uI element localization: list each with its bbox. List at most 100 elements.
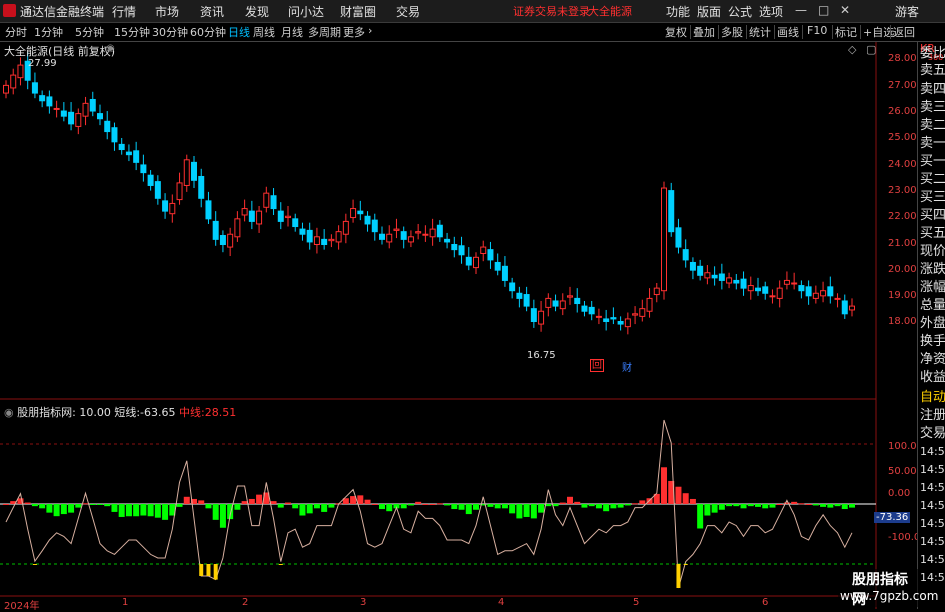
min-price-label: 16.75 — [527, 350, 556, 361]
period-monthly[interactable]: 月线 — [281, 24, 303, 40]
mid-bar — [624, 504, 631, 506]
candle-body — [46, 96, 53, 107]
tool-overlay[interactable]: 叠加 — [693, 24, 715, 40]
candle-body — [509, 282, 516, 292]
candle-body — [212, 220, 219, 240]
register-label[interactable]: 注册 — [920, 409, 945, 423]
mid-bar — [798, 503, 805, 505]
divider — [890, 25, 891, 39]
period-15min[interactable]: 15分钟 — [114, 24, 150, 40]
settings-circle-icon[interactable]: ◉ — [106, 43, 115, 54]
tool-multi-stock[interactable]: 多股 — [721, 24, 743, 40]
buyback-marker[interactable]: 回 — [590, 359, 604, 372]
mid-bar — [494, 504, 501, 509]
ask5-label: 卖五 — [920, 63, 945, 78]
mid-bar — [834, 504, 841, 507]
candle-body — [704, 272, 711, 279]
candle-body — [17, 64, 24, 79]
mid-bar — [747, 504, 754, 507]
tick-time: 14:56 — [920, 553, 945, 566]
minimize-icon[interactable]: — — [795, 3, 807, 17]
mid-bar — [567, 496, 573, 504]
mid-bar — [509, 504, 516, 514]
auto-label[interactable]: 自动 — [920, 391, 945, 405]
finance-marker[interactable]: 财 — [622, 359, 632, 374]
menu-discover[interactable]: 发现 — [245, 3, 269, 20]
menu-trade[interactable]: 交易 — [396, 3, 420, 20]
menu-wealth[interactable]: 财富圈 — [340, 3, 376, 20]
period-30min[interactable]: 30分钟 — [152, 24, 188, 40]
candle-body — [444, 238, 451, 243]
ask4-label: 卖四 — [920, 82, 945, 97]
tool-back[interactable]: 返回 — [893, 24, 915, 40]
candle-body — [458, 245, 465, 256]
mid-bar — [726, 504, 733, 507]
settings-circle-icon[interactable]: ◉ — [4, 406, 14, 419]
menu-market[interactable]: 市场 — [155, 3, 179, 20]
oversold-bar — [206, 564, 211, 576]
y-tick: 20.00 — [888, 264, 917, 275]
change-label: 涨跌 — [920, 262, 945, 277]
tool-mark[interactable]: 标记 — [835, 24, 857, 40]
chart-area[interactable] — [0, 42, 917, 609]
mid-bar — [371, 504, 378, 505]
chart-menu-icon[interactable]: ▢ — [866, 43, 876, 56]
period-multi[interactable]: 多周期 — [308, 24, 341, 40]
menu-ask[interactable]: 问小达 — [288, 3, 324, 20]
tool-stats[interactable]: 统计 — [749, 24, 771, 40]
candle-body — [118, 143, 125, 151]
login-notice[interactable]: 证券交易未登录 — [513, 3, 590, 19]
menu-function[interactable]: 功能 — [666, 3, 690, 20]
period-timeshare[interactable]: 分时 — [5, 24, 27, 40]
candle-body — [473, 256, 479, 269]
candle-body — [364, 215, 371, 225]
candle-body — [371, 219, 378, 233]
candle-body — [306, 229, 313, 243]
candle-body — [646, 297, 653, 312]
candle-body — [465, 256, 472, 266]
menu-formula[interactable]: 公式 — [728, 3, 752, 20]
candle-body — [147, 174, 154, 186]
oversold-bar — [199, 564, 204, 576]
candle-body — [711, 274, 718, 279]
guest-label[interactable]: 游客 — [895, 3, 919, 20]
menu-quotes[interactable]: 行情 — [112, 3, 136, 20]
mid-bar — [75, 504, 82, 508]
mid-bar — [632, 503, 639, 505]
period-5min[interactable]: 5分钟 — [75, 24, 104, 40]
y-tick: 21.00 — [888, 238, 917, 249]
period-daily[interactable]: 日线 — [228, 24, 250, 40]
candle-body — [89, 98, 96, 112]
candle-body — [313, 236, 320, 246]
mid-bar — [639, 500, 646, 504]
tool-draw[interactable]: 画线 — [777, 24, 799, 40]
close-icon[interactable]: ✕ — [840, 3, 850, 17]
chart-mode-icon[interactable]: ◇ — [848, 43, 856, 56]
candle-body — [285, 215, 291, 219]
menu-layout[interactable]: 版面 — [697, 3, 721, 20]
mid-bar — [762, 504, 769, 509]
menu-news[interactable]: 资讯 — [200, 3, 224, 20]
mid-bar — [820, 504, 827, 507]
period-weekly[interactable]: 周线 — [253, 24, 275, 40]
candle-body — [740, 278, 747, 289]
candle-body — [820, 290, 827, 297]
candle-body — [567, 295, 573, 298]
tool-adjust[interactable]: 复权 — [665, 24, 687, 40]
candle-body — [140, 164, 147, 174]
chevron-right-icon[interactable]: › — [368, 24, 372, 37]
tool-f10[interactable]: F10 — [807, 24, 827, 37]
candle-body — [97, 113, 103, 120]
mid-bar — [581, 504, 588, 508]
indicator-chart — [0, 419, 876, 589]
trade-label[interactable]: 交易 — [920, 427, 945, 441]
oversold-bar — [676, 564, 681, 588]
menu-options[interactable]: 选项 — [759, 3, 783, 20]
period-1min[interactable]: 1分钟 — [34, 24, 63, 40]
indicator-y-tick: 0.00 — [888, 488, 911, 499]
candle-body — [798, 285, 805, 292]
maximize-icon[interactable]: □ — [818, 3, 829, 17]
period-60min[interactable]: 60分钟 — [190, 24, 226, 40]
x-tick: 6 — [762, 597, 769, 608]
period-more[interactable]: 更多 — [343, 24, 365, 40]
